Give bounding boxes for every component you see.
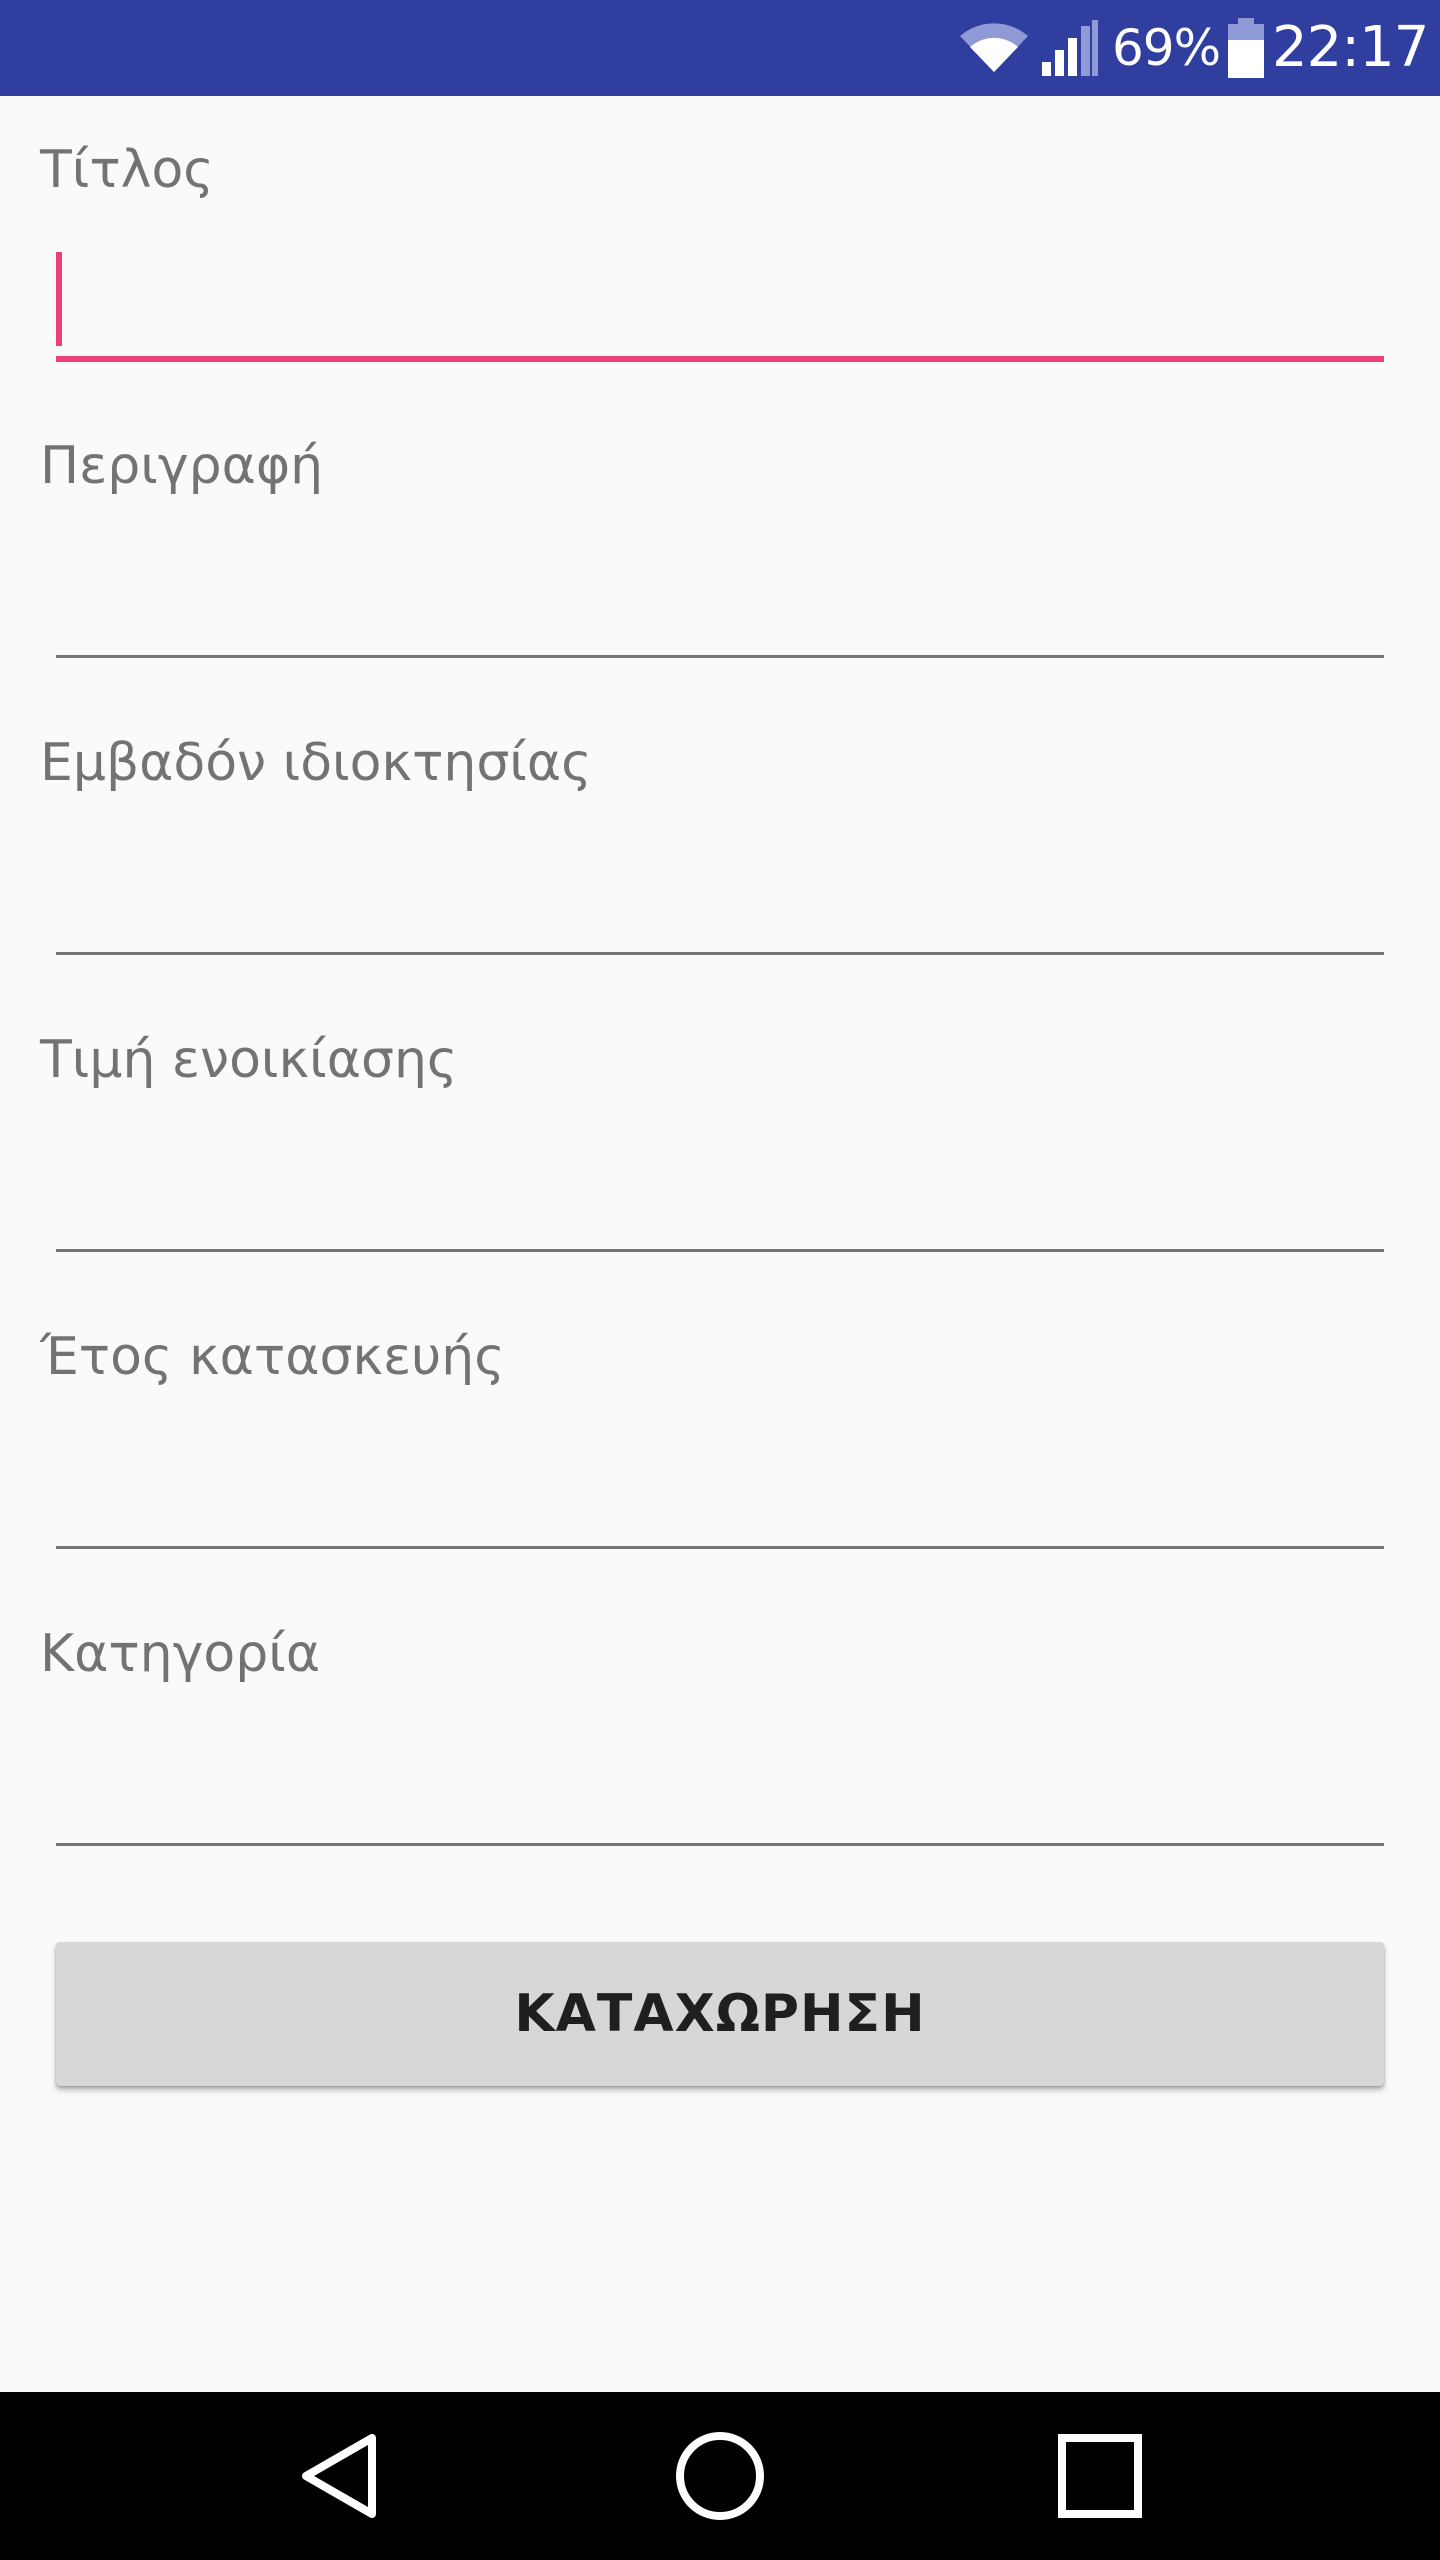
title-input[interactable] — [56, 226, 1384, 356]
construction-year-input[interactable] — [56, 1413, 1384, 1543]
category-underline — [56, 1843, 1384, 1846]
description-field: Περιγραφή — [0, 392, 1440, 688]
rent-price-underline — [56, 1249, 1384, 1252]
home-icon[interactable] — [670, 2426, 770, 2526]
construction-year-label: Έτος κατασκευής — [40, 1327, 505, 1387]
navigation-bar — [0, 2392, 1440, 2560]
clock: 22:17 — [1272, 15, 1429, 80]
category-input[interactable] — [56, 1710, 1384, 1840]
construction-year-underline — [56, 1546, 1384, 1549]
submit-button[interactable]: ΚΑΤΑΧΩΡΗΣΗ — [56, 1942, 1384, 2086]
title-field: Τίτλος — [0, 96, 1440, 392]
category-field: Κατηγορία — [0, 1580, 1440, 1876]
back-icon[interactable] — [290, 2426, 390, 2526]
title-underline — [56, 356, 1384, 362]
battery-percent: 69% — [1112, 19, 1221, 77]
status-bar: 69% 22:17 — [0, 0, 1440, 96]
description-label: Περιγραφή — [40, 436, 324, 496]
wifi-icon — [960, 23, 1028, 72]
description-input[interactable] — [56, 522, 1384, 652]
rent-price-label: Τιμή ενοικίασης — [40, 1030, 458, 1090]
area-field: Εμβαδόν ιδιοκτησίας — [0, 689, 1440, 985]
category-label: Κατηγορία — [40, 1624, 321, 1684]
recents-icon[interactable] — [1050, 2426, 1150, 2526]
cell-signal-icon — [1042, 20, 1098, 76]
area-label: Εμβαδόν ιδιοκτησίας — [40, 733, 592, 793]
description-underline — [56, 655, 1384, 658]
rent-price-input[interactable] — [56, 1116, 1384, 1246]
battery-icon — [1228, 18, 1264, 78]
area-underline — [56, 952, 1384, 955]
construction-year-field: Έτος κατασκευής — [0, 1283, 1440, 1579]
title-label: Τίτλος — [40, 140, 214, 200]
rent-price-field: Τιμή ενοικίασης — [0, 986, 1440, 1282]
area-input[interactable] — [56, 819, 1384, 949]
